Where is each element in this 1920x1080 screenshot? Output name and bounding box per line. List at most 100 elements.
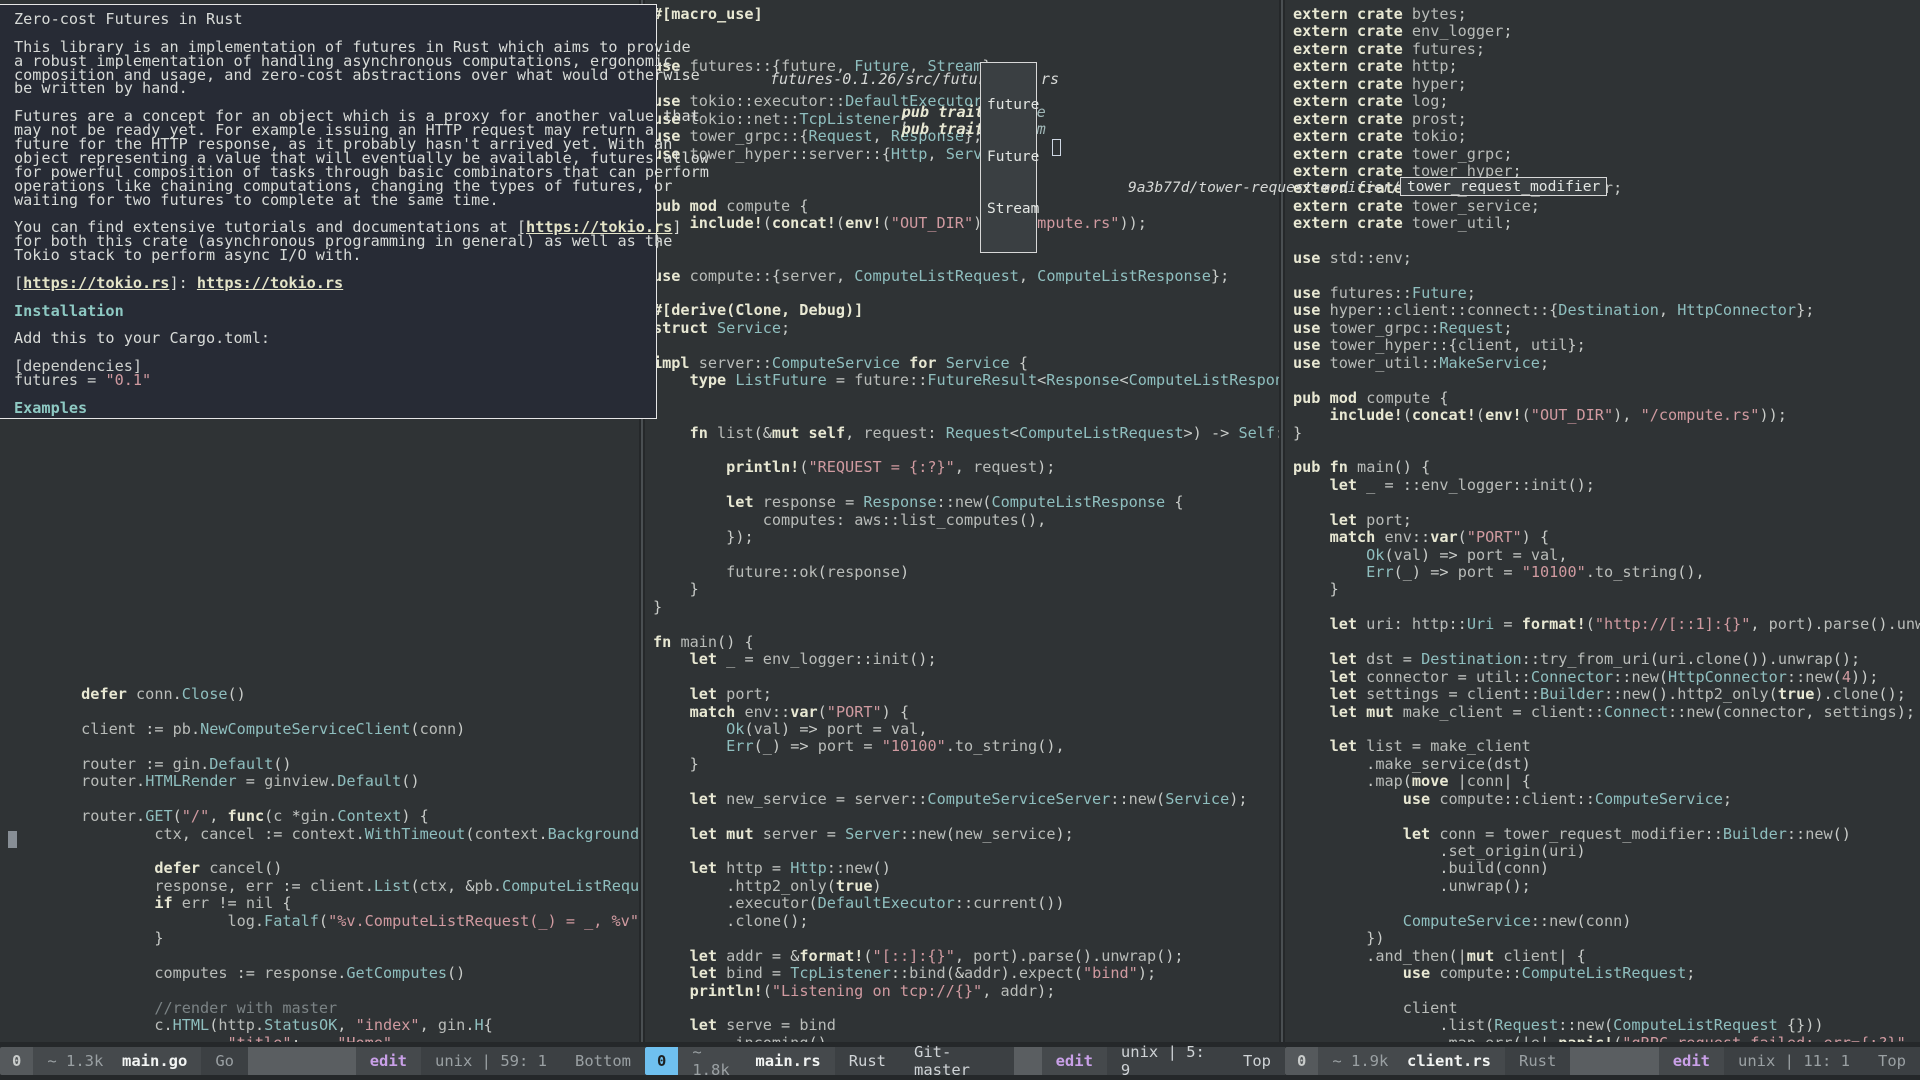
- status-encoding-position[interactable]: unix | 59: 1: [421, 1047, 561, 1075]
- status-git-branch[interactable]: Git-master: [900, 1047, 1014, 1075]
- code-line: [0, 547, 645, 564]
- code-line: .executor(DefaultExecutor::current()): [645, 895, 1285, 912]
- code-line: [1285, 268, 1920, 285]
- status-language[interactable]: Rust: [835, 1047, 900, 1075]
- code-line: [0, 791, 645, 808]
- code-line: [645, 547, 1285, 564]
- code-line: router.HTMLRender = ginview.Default(): [0, 773, 645, 790]
- code-line: [645, 41, 1285, 58]
- code-line: [1285, 808, 1920, 825]
- code-line: Err(_) => port = "10100".to_string(),: [645, 738, 1285, 755]
- code-line: [645, 1000, 1285, 1017]
- status-group[interactable]: 0~ 1.8k main.rsRustGit-mastereditunix | …: [645, 1042, 1285, 1080]
- status-mode[interactable]: edit: [1042, 1047, 1107, 1075]
- completion-item-future[interactable]: Future: [981, 149, 1036, 166]
- code-line: [1285, 599, 1920, 616]
- code-line: [0, 442, 645, 459]
- status-mode[interactable]: edit: [1659, 1047, 1724, 1075]
- code-line: .unwrap();: [1285, 878, 1920, 895]
- code-line: [0, 616, 645, 633]
- code-line: future::ok(response): [645, 564, 1285, 581]
- code-line: [0, 599, 645, 616]
- code-line: .clone();: [645, 913, 1285, 930]
- code-line: let dst = Destination::try_from_uri(uri.…: [1285, 651, 1920, 668]
- code-line: "title": "Home",: [0, 1035, 645, 1042]
- completion-list[interactable]: future Future Stream: [980, 62, 1037, 253]
- status-scroll-place[interactable]: Bottom: [561, 1047, 645, 1075]
- code-line: extern crate hyper;: [1285, 76, 1920, 93]
- status-file-size: ~ 1.8k: [692, 1043, 736, 1079]
- text-cursor-left-pane: [8, 831, 17, 848]
- code-line: fn list(&mut self, request: Request<Comp…: [645, 425, 1285, 442]
- code-line: [645, 407, 1285, 424]
- doc-line: Tokio stack to perform async I/O with.: [14, 249, 656, 263]
- pane-client-rs[interactable]: extern crate bytes;extern crate env_logg…: [1285, 0, 1920, 1042]
- code-line: use tower_util::MakeService;: [1285, 355, 1920, 372]
- status-group[interactable]: 0~ 1.9k client.rsRust editunix | 11: 1Top: [1285, 1042, 1920, 1080]
- code-line: let addr = &format!("[::]:{}", port).par…: [645, 948, 1285, 965]
- code-line: [0, 843, 645, 860]
- code-line: [645, 808, 1285, 825]
- tower-completion-item[interactable]: tower_request_modifier: [1400, 177, 1607, 196]
- code-line: match env::var("PORT") {: [1285, 529, 1920, 546]
- code-area-main-rs[interactable]: #[macro_use] use futures::{future, Futur…: [645, 0, 1285, 1042]
- doc-line: waiting for two futures to complete at t…: [14, 194, 656, 208]
- code-line: [645, 843, 1285, 860]
- code-line: [645, 163, 1285, 180]
- signature-keyword-stream: pub trait: [902, 120, 984, 138]
- code-area-client-rs[interactable]: extern crate bytes;extern crate env_logg…: [1285, 0, 1920, 1042]
- status-buffer-badge[interactable]: 0: [645, 1047, 678, 1075]
- code-line: client: [1285, 1000, 1920, 1017]
- code-line: [645, 773, 1285, 790]
- doc-line: Zero-cost Futures in Rust: [14, 13, 656, 27]
- code-line: pub mod compute {: [645, 198, 1285, 215]
- code-line: [0, 669, 645, 686]
- code-line: let _ = ::env_logger::init();: [1285, 477, 1920, 494]
- code-line: extern crate prost;: [1285, 111, 1920, 128]
- code-line: [0, 634, 645, 651]
- doc-line: [https://tokio.rs]: https://tokio.rs: [14, 277, 656, 291]
- code-line: use std::env;: [1285, 250, 1920, 267]
- completion-item-future-lower[interactable]: future: [981, 97, 1036, 114]
- status-buffer-badge[interactable]: 0: [1285, 1047, 1318, 1075]
- code-line: [645, 250, 1285, 267]
- status-encoding-position[interactable]: unix | 5: 9: [1107, 1047, 1229, 1075]
- status-encoding-position[interactable]: unix | 11: 1: [1724, 1047, 1864, 1075]
- code-line: client := pb.NewComputeServiceClient(con…: [0, 721, 645, 738]
- doc-line: Installation: [14, 305, 656, 319]
- status-language[interactable]: Rust: [1505, 1047, 1570, 1075]
- code-line: pub fn main() {: [1285, 459, 1920, 476]
- editor-status-bar[interactable]: 0~ 1.3k main.goGoeditunix | 59: 1Bottom0…: [0, 1042, 1920, 1080]
- status-file[interactable]: ~ 1.3k main.go: [33, 1047, 201, 1075]
- code-line: extern crate tower_service;: [1285, 198, 1920, 215]
- code-line: computes := response.GetComputes(): [0, 965, 645, 982]
- code-line: extern crate http;: [1285, 58, 1920, 75]
- code-line: Ok(val) => port = val,: [1285, 547, 1920, 564]
- code-line: pub mod compute {: [1285, 390, 1920, 407]
- code-line: include!(concat!(env!("OUT_DIR"), "/comp…: [645, 215, 1285, 232]
- status-file[interactable]: ~ 1.8k main.rs: [678, 1047, 834, 1075]
- code-line: let response = Response::new(ComputeList…: [645, 494, 1285, 511]
- code-line: [1285, 372, 1920, 389]
- status-scroll-place[interactable]: Top: [1864, 1047, 1920, 1075]
- status-file[interactable]: ~ 1.9k client.rs: [1318, 1047, 1505, 1075]
- status-language[interactable]: Go: [201, 1047, 248, 1075]
- status-scroll-place[interactable]: Top: [1229, 1047, 1285, 1075]
- status-buffer-badge[interactable]: 0: [0, 1047, 33, 1075]
- completion-item-stream[interactable]: Stream: [981, 201, 1036, 218]
- code-line: ctx, cancel := context.WithTimeout(conte…: [0, 826, 645, 843]
- futures-documentation-popup[interactable]: Zero-cost Futures in Rust This library i…: [0, 4, 657, 419]
- status-group[interactable]: 0~ 1.3k main.goGo editunix | 59: 1Bottom: [0, 1042, 645, 1080]
- code-line: [645, 616, 1285, 633]
- status-file-name: main.rs: [755, 1052, 820, 1070]
- pane-main-rs[interactable]: #[macro_use] use futures::{future, Futur…: [645, 0, 1285, 1042]
- code-line: use hyper::client::connect::{Destination…: [1285, 302, 1920, 319]
- code-line: match env::var("PORT") {: [645, 704, 1285, 721]
- code-line: [0, 425, 645, 442]
- code-line: log.Fatalf("%v.ComputeListRequest(_) = _…: [0, 913, 645, 930]
- code-line: include!(concat!(env!("OUT_DIR"), "/comp…: [1285, 407, 1920, 424]
- status-mode[interactable]: edit: [356, 1047, 421, 1075]
- code-line: [1285, 895, 1920, 912]
- code-line: .set_origin(uri): [1285, 843, 1920, 860]
- editor-window: import ( defer conn.Close() client := pb…: [0, 0, 1920, 1080]
